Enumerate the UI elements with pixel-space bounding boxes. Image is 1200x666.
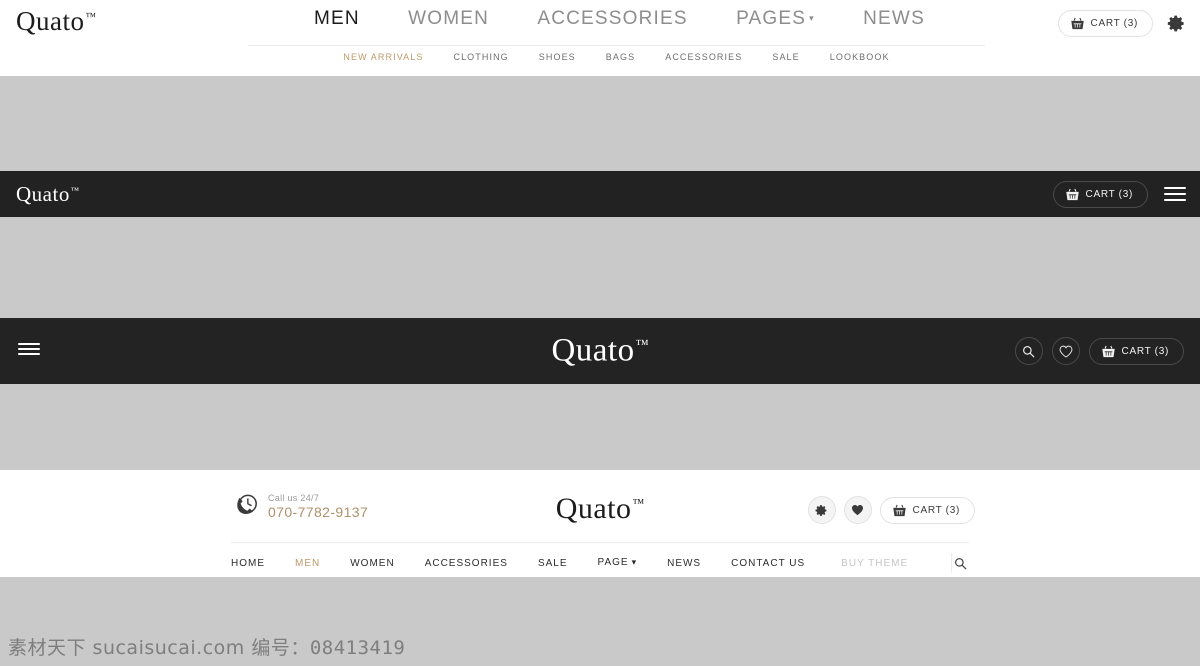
bottomnav-item-news[interactable]: NEWS: [667, 558, 701, 569]
cart-label: CART (3): [1085, 188, 1133, 200]
content-spacer-3: [0, 384, 1200, 470]
header-divider: [248, 45, 985, 46]
bottomnav-item-sale[interactable]: SALE: [538, 558, 568, 569]
basket-icon: [892, 504, 906, 516]
cart-button[interactable]: CART (3): [879, 496, 975, 524]
brand-name: Quato: [16, 6, 85, 36]
subnav-item-shoes[interactable]: SHOES: [539, 52, 576, 62]
cart-label: CART (3): [912, 504, 960, 516]
subnav-item-clothing[interactable]: CLOTHING: [453, 52, 508, 62]
watermark-site: 素材天下 sucaisucai.com: [8, 637, 245, 659]
cart-button[interactable]: CART (3): [1057, 10, 1153, 37]
chevron-down-icon: ▾: [809, 13, 815, 24]
subnav-item-new-arrivals[interactable]: NEW ARRIVALS: [343, 52, 423, 62]
brand-logo-phone-header[interactable]: Quato™: [0, 492, 1200, 526]
header-actions-topbar: CART (3): [1057, 10, 1186, 37]
nav-label: WOMEN: [408, 8, 490, 29]
bottomnav-item-accessories[interactable]: ACCESSORIES: [425, 558, 508, 569]
subnav-item-accessories[interactable]: ACCESSORIES: [665, 52, 742, 62]
wishlist-button[interactable]: [843, 496, 872, 524]
watermark: 素材天下 sucaisucai.com 编号：08413419: [8, 633, 405, 660]
basket-icon: [1070, 17, 1084, 30]
search-icon: [954, 557, 967, 569]
basket-icon: [1065, 188, 1079, 200]
nav-label: PAGE: [597, 557, 629, 569]
nav-label: PAGES: [736, 8, 807, 29]
nav-item-pages[interactable]: PAGES ▾: [736, 8, 815, 30]
bottomnav-item-women[interactable]: WOMEN: [350, 558, 394, 569]
search-icon: [1023, 345, 1035, 357]
bottom-navigation: HOME MEN WOMEN ACCESSORIES SALE PAGE ▾ NE…: [231, 550, 969, 576]
header-dark-compact: Quato™ CART (3): [0, 171, 1200, 217]
sub-navigation: NEW ARRIVALS CLOTHING SHOES BAGS ACCESSO…: [248, 52, 985, 62]
brand-tm: ™: [85, 11, 97, 23]
brand-tm: ™: [70, 185, 80, 195]
watermark-code-label: 编号：: [251, 637, 310, 659]
brand-name: Quato: [551, 332, 635, 369]
brand-name: Quato: [555, 492, 632, 525]
nav-item-women[interactable]: WOMEN: [408, 8, 489, 30]
nav-item-accessories[interactable]: ACCESSORIES: [537, 8, 687, 30]
header-actions-dark-tall: CART (3): [1014, 337, 1184, 365]
subnav-item-bags[interactable]: BAGS: [606, 52, 635, 62]
hamburger-menu-icon[interactable]: [18, 340, 40, 358]
subnav-item-lookbook[interactable]: LOOKBOOK: [830, 52, 890, 62]
bottomnav-item-contact-us[interactable]: CONTACT US: [731, 558, 805, 569]
bottomnav-item-page[interactable]: PAGE ▾: [598, 557, 638, 568]
nav-item-news[interactable]: NEWS: [863, 8, 925, 30]
settings-button[interactable]: [807, 496, 836, 524]
hamburger-menu-icon[interactable]: [1164, 183, 1186, 205]
subnav-item-sale[interactable]: SALE: [772, 52, 799, 62]
content-spacer-1: [0, 76, 1200, 171]
header-actions-dark-compact: CART (3): [1052, 180, 1186, 208]
header-divider: [231, 542, 969, 543]
cart-label: CART (3): [1090, 18, 1138, 29]
search-button[interactable]: [952, 557, 969, 570]
brand-name: Quato: [16, 181, 70, 206]
brand-logo-topbar[interactable]: Quato™: [16, 6, 96, 37]
content-spacer-2: [0, 217, 1200, 318]
header-phone: Call us 24/7 070-7782-9137 Quato™ CART (…: [0, 470, 1200, 577]
watermark-code: 08413419: [309, 637, 406, 659]
bottomnav-item-men[interactable]: MEN: [295, 558, 320, 569]
chevron-down-icon: ▾: [631, 557, 638, 568]
nav-label: MEN: [314, 8, 360, 29]
nav-item-men[interactable]: MEN: [314, 8, 360, 30]
header-dark-tall: Quato™ CART (3): [0, 318, 1200, 384]
basket-icon: [1101, 345, 1115, 357]
heart-icon: [852, 505, 864, 516]
gear-icon[interactable]: [1167, 14, 1186, 33]
wishlist-button[interactable]: [1051, 337, 1080, 365]
page-root: Quato™ MEN WOMEN ACCESSORIES PAGES ▾ NEWS…: [0, 0, 1200, 666]
nav-label: NEWS: [863, 8, 925, 29]
header-topbar: Quato™ MEN WOMEN ACCESSORIES PAGES ▾ NEWS…: [0, 0, 1200, 76]
hamburger-menu-wrapper: [18, 340, 40, 363]
brand-tm: ™: [635, 336, 649, 352]
cart-button[interactable]: CART (3): [1052, 180, 1148, 208]
header-actions-phone: CART (3): [807, 496, 975, 524]
brand-tm: ™: [632, 496, 645, 510]
search-input[interactable]: [841, 557, 952, 569]
heart-icon: [1059, 345, 1072, 358]
gear-icon: [815, 504, 827, 516]
bottomnav-item-home[interactable]: HOME: [231, 558, 265, 569]
main-navigation: MEN WOMEN ACCESSORIES PAGES ▾ NEWS: [248, 8, 985, 30]
search-button[interactable]: [1014, 337, 1043, 365]
cart-button[interactable]: CART (3): [1088, 337, 1184, 365]
cart-label: CART (3): [1121, 345, 1169, 357]
nav-label: ACCESSORIES: [537, 8, 688, 29]
brand-logo-dark-compact[interactable]: Quato™: [16, 182, 79, 207]
